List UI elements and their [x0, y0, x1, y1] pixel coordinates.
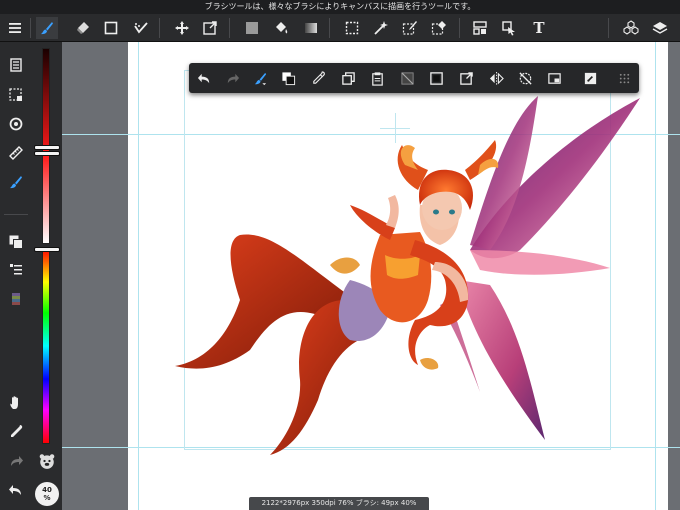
float-swap-color-button[interactable] [277, 67, 299, 89]
copy-layer-icon [341, 71, 355, 85]
float-undo-button[interactable] [193, 67, 215, 89]
swap-color-icon [281, 71, 295, 85]
float-frame-button[interactable] [543, 67, 565, 89]
paste-icon [371, 71, 383, 86]
clear-icon [400, 71, 414, 85]
transform-icon [459, 71, 473, 85]
float-flip-button[interactable] [485, 67, 507, 89]
medibang-app: ブラシツールは、様々なブラシによりキャンバスに描画を行うツールです。 T 40 … [0, 0, 680, 510]
frame-icon [547, 72, 561, 84]
more-icon [619, 73, 629, 83]
eyedropper-icon [312, 70, 325, 84]
float-clear-button[interactable] [396, 67, 418, 89]
no-snap-icon [518, 71, 532, 85]
float-edit-button[interactable] [579, 67, 601, 89]
float-brush-select-button[interactable] [249, 67, 271, 89]
float-more-button[interactable] [613, 67, 635, 89]
float-copy-layer-button[interactable] [337, 67, 359, 89]
float-paste-button[interactable] [366, 67, 388, 89]
canvas-info-bar: 2122*2976px 350dpi 76% ブラシ: 49px 40% [249, 497, 429, 510]
float-redo-button[interactable] [221, 67, 243, 89]
edit-icon [584, 72, 596, 84]
flip-icon [489, 71, 504, 85]
float-transform-button[interactable] [455, 67, 477, 89]
floating-toolbar [189, 63, 639, 93]
float-no-snap-button[interactable] [514, 67, 536, 89]
undo-icon [197, 73, 209, 83]
redo-icon [227, 73, 239, 83]
float-eyedropper-button[interactable] [307, 67, 329, 89]
float-fill-layer-button[interactable] [425, 67, 447, 89]
fill-layer-icon [429, 71, 443, 85]
brush-select-icon [254, 72, 266, 85]
